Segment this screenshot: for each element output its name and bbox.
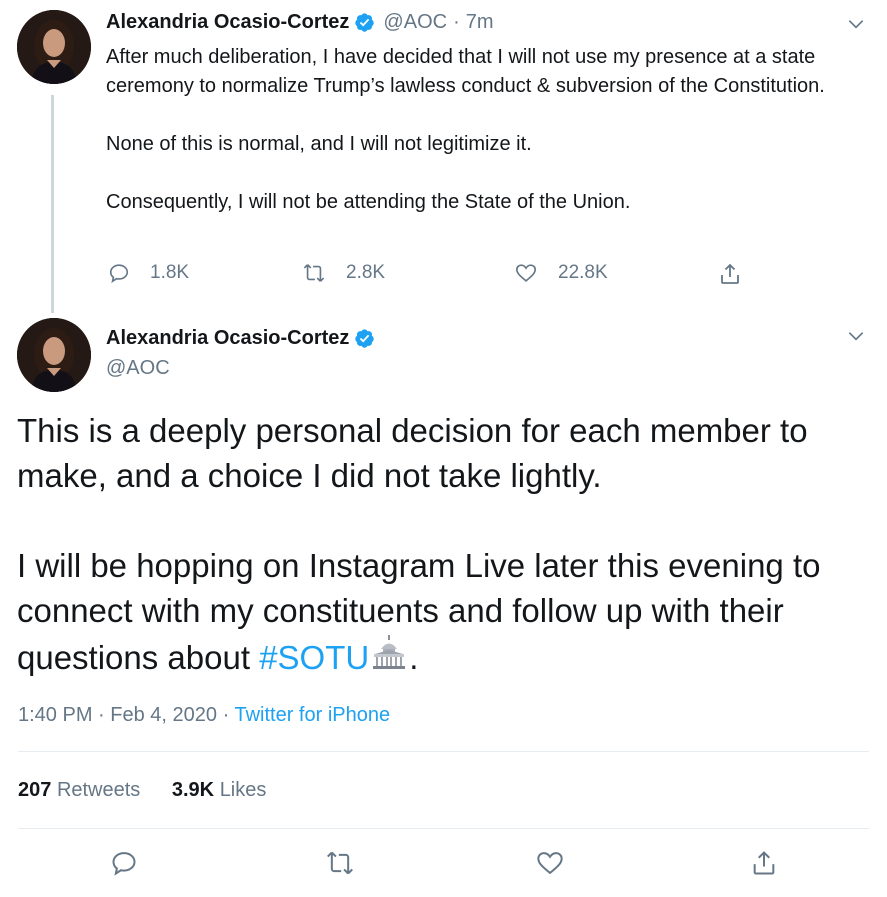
separator-dot: · [222,704,230,726]
avatar[interactable] [17,318,91,392]
tweet2-header-name-row: Alexandria Ocasio-Cortez [106,327,375,350]
tweet2-paragraph-text: I will be hopping on Instagram Live late… [17,547,821,676]
separator-dot: · [98,704,105,726]
tweet-source-link[interactable]: Twitter for iPhone [234,704,390,726]
verified-badge-icon [354,328,375,349]
share-icon[interactable] [750,849,778,877]
reply-icon[interactable] [110,849,138,877]
retweet-icon[interactable] [326,849,354,877]
tweet2-paragraph: This is a deeply personal decision for e… [17,412,808,494]
like-total: 3.9K [171,779,215,801]
tweet1-paragraph: Consequently, I will not be attending th… [106,191,631,213]
verified-badge-icon [354,12,375,33]
tweet2-body: This is a deeply personal decision for e… [17,408,877,680]
chevron-down-icon[interactable] [846,326,866,346]
retweet-count: 2.8K [346,262,386,283]
display-name[interactable]: Alexandria Ocasio-Cortez [106,11,349,34]
tweet1-body: After much deliberation, I have decided … [106,43,866,217]
chevron-down-icon[interactable] [846,14,866,34]
like-count: 22.8K [558,262,608,283]
tweet1-paragraph: After much deliberation, I have decided … [106,46,825,97]
reply-count: 1.8K [150,262,190,283]
heart-icon[interactable] [536,849,564,877]
tweet1-header: Alexandria Ocasio-Cortez @AOC · 7m [106,11,494,34]
tweet2-trailing-period: . [409,639,419,676]
tweet2-paragraph: I will be hopping on Instagram Live late… [17,543,877,680]
handle[interactable]: @AOC [106,357,170,380]
engagement-stats: 207 Retweets 3.9K Likes [18,779,266,802]
display-name[interactable]: Alexandria Ocasio-Cortez [106,327,349,350]
tweet1-paragraph: None of this is normal, and I will not l… [106,133,532,155]
likes-stat[interactable]: 3.9K Likes [172,779,267,801]
thread-connector-line [51,95,54,313]
heart-icon [514,262,558,284]
tweet-time[interactable]: 1:40 PM [18,704,92,726]
retweet-button[interactable]: 2.8K [302,262,385,284]
capitol-building-icon [369,633,409,673]
timestamp[interactable]: 7m [466,11,494,34]
retweet-label: Retweets [56,779,141,801]
reply-icon [108,262,150,284]
handle[interactable]: @AOC [383,11,447,34]
avatar[interactable] [17,10,91,84]
reply-button[interactable]: 1.8K [108,262,189,284]
hashtag-link[interactable]: #SOTU [259,639,369,676]
like-label: Likes [219,779,267,801]
divider [18,828,869,829]
divider [18,751,869,752]
tweet-date[interactable]: Feb 4, 2020 [110,704,217,726]
separator-dot: · [453,11,460,33]
retweets-stat[interactable]: 207 Retweets [18,779,140,801]
tweet-meta: 1:40 PM · Feb 4, 2020 · Twitter for iPho… [18,704,390,727]
share-icon[interactable] [718,262,742,286]
like-button[interactable]: 22.8K [514,262,608,284]
retweet-total: 207 [18,779,52,801]
retweet-icon [302,262,346,284]
